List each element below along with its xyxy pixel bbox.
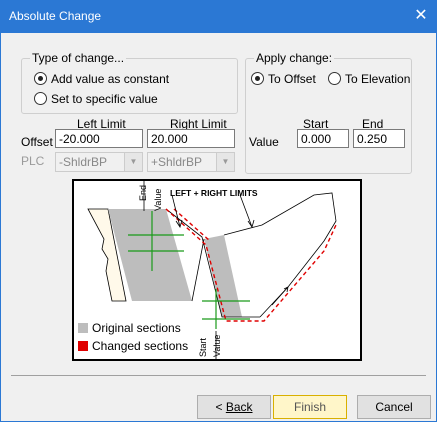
- chevron-down-icon: ▼: [124, 153, 142, 171]
- apply-change-legend: Apply change:: [254, 51, 335, 65]
- plc-label: PLC: [21, 154, 45, 168]
- start-value-input[interactable]: 0.000: [297, 129, 349, 148]
- value-label: Value: [249, 135, 279, 149]
- close-icon[interactable]: ✕: [406, 1, 436, 33]
- offset-right-input[interactable]: 20.000: [147, 129, 235, 148]
- dialog-window: Absolute Change ✕ Type of change... Add …: [0, 0, 437, 422]
- cancel-button[interactable]: Cancel: [357, 395, 431, 419]
- legend-changed-swatch: [78, 341, 88, 351]
- cross-section-illustration: End Value LEFT + RIGHT LIMITS Start Valu…: [78, 181, 337, 359]
- legend-original-label: Original sections: [92, 321, 181, 335]
- radio-dot-icon: [34, 72, 47, 85]
- radio-to-offset[interactable]: To Offset: [251, 71, 316, 87]
- diagram-end-label: End: [138, 185, 148, 201]
- end-value-input[interactable]: 0.250: [353, 129, 405, 148]
- radio-dot-icon: [328, 72, 341, 85]
- title-bar: Absolute Change ✕: [1, 1, 436, 33]
- illustration-diagram: End Value LEFT + RIGHT LIMITS Start Valu…: [72, 179, 362, 361]
- diagram-start-label: Start: [198, 337, 208, 357]
- radio-label: To Offset: [268, 72, 316, 86]
- limit-arrows: [171, 194, 253, 228]
- finish-button-label: Finish: [293, 400, 326, 414]
- radio-to-elevation[interactable]: To Elevation: [328, 71, 410, 87]
- diagram-value-label-top: Value: [153, 189, 163, 211]
- legend-changed-label: Changed sections: [92, 339, 188, 353]
- button-separator: [11, 375, 426, 376]
- plc-left-select[interactable]: -ShldrBP ▼: [55, 152, 143, 172]
- chevron-down-icon: ▼: [216, 153, 234, 171]
- back-button-label: Back: [225, 400, 253, 414]
- plc-left-value: -ShldrBP: [59, 155, 108, 169]
- radio-label: To Elevation: [345, 72, 411, 86]
- radio-label: Set to specific value: [51, 92, 158, 106]
- back-button[interactable]: < Back: [197, 395, 271, 419]
- plc-right-value: +ShldrBP: [151, 155, 203, 169]
- radio-add-value-as-constant[interactable]: Add value as constant: [34, 71, 169, 87]
- cancel-button-label: Cancel: [375, 400, 413, 414]
- finish-button[interactable]: Finish: [273, 395, 347, 419]
- legend-original-swatch: [78, 323, 88, 333]
- type-of-change-legend: Type of change...: [30, 51, 127, 65]
- radio-dot-icon: [34, 92, 47, 105]
- radio-set-to-specific-value[interactable]: Set to specific value: [34, 91, 158, 107]
- back-button-prefix: <: [215, 400, 226, 414]
- offset-left-input[interactable]: -20.000: [55, 129, 143, 148]
- diagram-limits-label: LEFT + RIGHT LIMITS: [170, 188, 258, 198]
- plc-right-select[interactable]: +ShldrBP ▼: [147, 152, 235, 172]
- window-title: Absolute Change: [9, 9, 102, 23]
- radio-label: Add value as constant: [51, 72, 170, 86]
- offset-label: Offset: [21, 135, 53, 149]
- diagram-value-label-bottom: Value: [212, 335, 222, 357]
- original-section-middle: [204, 235, 242, 317]
- radio-dot-icon: [251, 72, 264, 85]
